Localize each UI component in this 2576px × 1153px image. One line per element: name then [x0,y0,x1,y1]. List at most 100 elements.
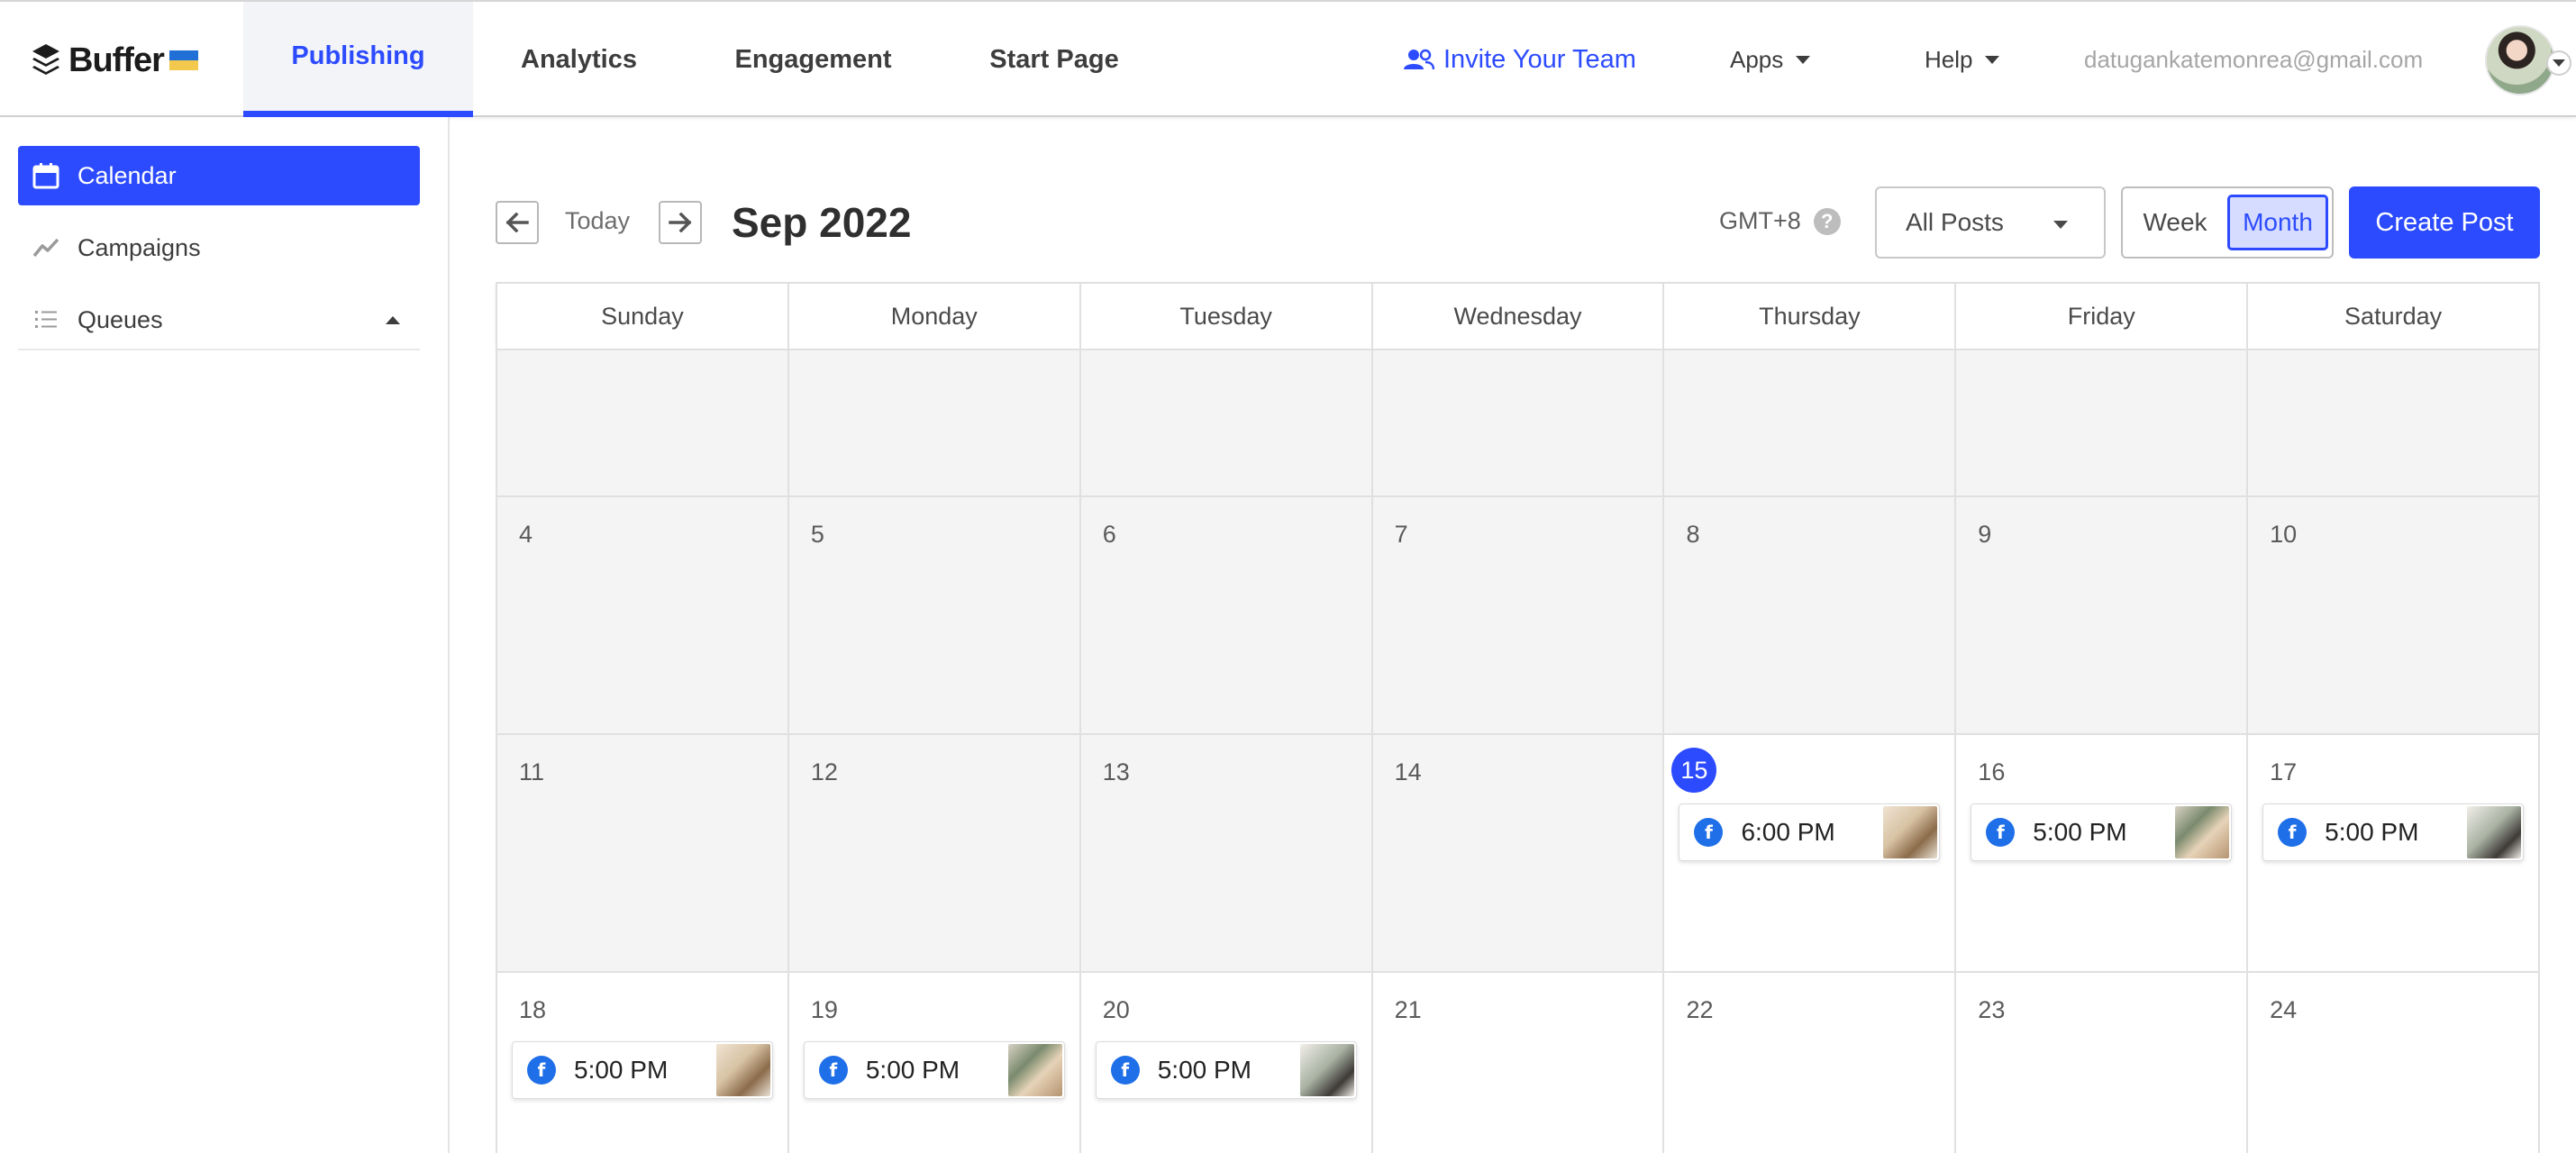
buffer-logo[interactable]: Buffer [31,40,198,81]
calendar-week-row: 11 12 13 14 15 f 6:00 PM 16 f 5:00 PM 17 f 5:00 PM [496,735,2541,973]
calendar-day-cell[interactable]: 20 f 5:00 PM [1080,973,1373,1153]
previous-month-button[interactable] [496,201,539,244]
calendar-day-cell[interactable]: 19 f 5:00 PM [788,973,1081,1153]
facebook-icon: f [2278,818,2307,847]
calendar-day-cell[interactable] [788,350,1081,497]
weekday-header: Tuesday [1081,284,1373,349]
arrow-left-icon [505,213,529,232]
list-icon [35,311,57,328]
day-number: 6 [1102,521,1116,548]
today-button[interactable]: Today [565,207,630,235]
calendar-day-cell[interactable] [2248,350,2541,497]
week-view-button[interactable]: Week [2132,197,2218,248]
day-number: 5 [810,521,824,548]
calendar-week-row: 18 f 5:00 PM 19 f 5:00 PM 20 f 5:00 PM 21 22 23 24 [496,973,2541,1153]
calendar-day-cell[interactable] [1080,350,1373,497]
calendar-day-cell[interactable]: 15 f 6:00 PM [1664,735,1957,973]
day-number: 9 [1978,521,1992,548]
day-number: 24 [2270,996,2298,1023]
help-icon[interactable]: ? [1813,207,1841,235]
calendar-day-cell[interactable] [1664,350,1957,497]
apps-menu[interactable]: Apps [1730,43,1811,76]
month-view-button[interactable]: Month [2227,195,2328,250]
calendar-day-cell[interactable]: 14 [1372,735,1665,973]
scheduled-post-card[interactable]: f 5:00 PM [2262,803,2525,861]
day-number: 18 [519,996,547,1023]
scheduled-post-card[interactable]: f 5:00 PM [1971,803,2233,861]
day-number: 21 [1394,996,1422,1023]
scheduled-post-card[interactable]: f 5:00 PM [803,1041,1065,1099]
help-menu[interactable]: Help [1925,43,2000,76]
chevron-up-icon[interactable] [386,316,400,324]
post-thumbnail [2175,806,2230,858]
calendar-day-cell[interactable]: 8 [1664,497,1957,735]
calendar-day-cell[interactable] [1372,350,1665,497]
day-number: 14 [1394,758,1422,785]
apps-label: Apps [1730,45,1784,73]
calendar-day-cell[interactable]: 12 [788,735,1081,973]
scheduled-post-card[interactable]: f 5:00 PM [512,1041,773,1099]
post-thumbnail [1883,806,1938,858]
sidebar-item-queues[interactable]: Queues [18,290,420,350]
day-number: 11 [519,758,545,785]
weekday-header: Thursday [1664,284,1957,349]
post-thumbnail [2467,806,2522,858]
account-menu-chevron-icon[interactable] [2546,50,2571,76]
calendar-day-cell[interactable]: 10 [2248,497,2541,735]
calendar-day-cell[interactable]: 21 [1372,973,1665,1153]
weekday-header: Saturday [2344,302,2443,330]
calendar-day-cell[interactable]: 13 [1080,735,1373,973]
brand-name: Buffer [68,41,165,79]
scheduled-post-card[interactable]: f 5:00 PM [1095,1041,1357,1099]
user-email: datugankatemonrea@gmail.com [2084,45,2424,73]
weekday-header: Monday [789,284,1081,349]
help-label: Help [1925,45,1973,73]
calendar-day-cell[interactable]: 11 [497,735,789,973]
calendar-day-cell[interactable]: 18 f 5:00 PM [497,973,789,1153]
post-filter-value: All Posts [1906,208,2004,236]
calendar-day-cell[interactable]: 4 [497,497,789,735]
users-icon [1404,49,1434,70]
calendar-icon [32,163,59,189]
calendar-day-cell[interactable]: 7 [1372,497,1665,735]
scheduled-post-card[interactable]: f 6:00 PM [1679,803,1941,861]
weekday-header-row: Sunday Monday Tuesday Wednesday Thursday Frid… [496,282,2540,350]
day-number: 23 [1978,996,2006,1023]
avatar[interactable] [2485,25,2555,95]
post-time: 5:00 PM [2033,818,2127,846]
calendar-day-cell[interactable]: 24 [2248,973,2541,1153]
day-number: 4 [519,521,533,548]
arrow-right-icon [669,213,692,232]
post-thumbnail [1299,1044,1354,1096]
sidebar-item-calendar[interactable]: Calendar [18,146,420,205]
calendar-day-cell[interactable]: 6 [1080,497,1373,735]
post-filter-select[interactable]: All Posts [1875,186,2106,259]
create-post-button[interactable]: Create Post [2349,186,2540,259]
facebook-icon: f [818,1056,848,1085]
calendar-day-cell[interactable]: 5 [788,497,1081,735]
calendar-day-cell[interactable] [1956,350,2249,497]
sidebar-item-label: Calendar [77,161,177,189]
post-time: 5:00 PM [574,1056,669,1084]
post-time: 5:00 PM [1157,1056,1252,1084]
calendar-day-cell[interactable]: 17 f 5:00 PM [2248,735,2541,973]
today-date-badge: 15 [1671,748,1717,793]
month-calendar: Sunday Monday Tuesday Wednesday Thursday Frid… [496,282,2541,1153]
sidebar-item-label: Campaigns [77,233,201,261]
calendar-day-cell[interactable] [497,350,789,497]
sidebar-item-campaigns[interactable]: Campaigns [18,218,420,277]
calendar-day-cell[interactable]: 23 [1956,973,2249,1153]
tab-engagement[interactable]: Engagement [712,2,915,117]
next-month-button[interactable] [659,201,702,244]
page-title: Sep 2022 [732,199,912,246]
calendar-day-cell[interactable]: 16 f 5:00 PM [1956,735,2249,973]
calendar-day-cell[interactable]: 9 [1956,497,2249,735]
calendar-day-cell[interactable]: 22 [1664,973,1957,1153]
tab-analytics[interactable]: Analytics [496,2,662,117]
weekday-header: Wednesday [1373,284,1665,349]
tab-publishing[interactable]: Publishing [243,2,473,117]
day-number: 8 [1686,521,1700,548]
tab-start-page[interactable]: Start Page [964,2,1144,117]
invite-team-link[interactable]: Invite Your Team [1404,43,1636,76]
day-number: 17 [2270,758,2298,785]
